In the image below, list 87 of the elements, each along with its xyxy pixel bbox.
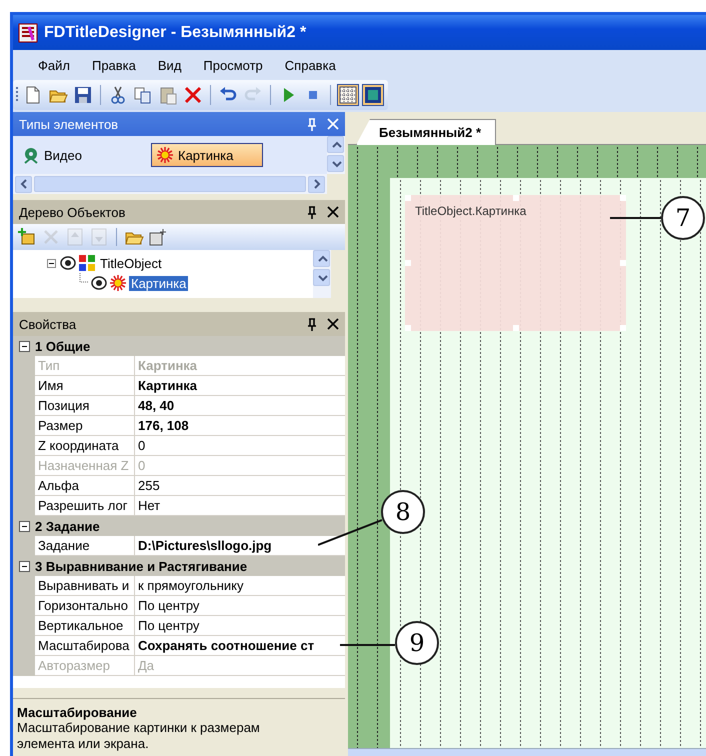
property-name: Размер [35,416,135,436]
close-icon[interactable] [327,206,339,218]
property-value[interactable]: 48, 40 [135,396,345,416]
menu-item[interactable]: Вид [146,58,192,72]
collapse-icon[interactable] [18,560,30,572]
scroll-right-button[interactable] [308,176,325,192]
property-value[interactable]: Нет [135,496,345,516]
resize-handle[interactable] [405,325,411,331]
resize-handle[interactable] [512,195,518,201]
category-label: 2 Задание [35,518,100,534]
app-icon [18,22,38,42]
collapse-icon[interactable] [18,520,30,532]
scrollbar-thumb[interactable] [34,176,306,192]
description-title: Масштабирование [17,705,138,720]
collapse-icon[interactable] [47,258,56,268]
film-reel-icon [22,146,40,164]
scroll-up-button[interactable] [313,250,330,267]
grid-icon[interactable] [338,85,358,105]
property-name: Горизонтально [35,596,135,616]
property-value[interactable]: Сохранять соотношение ст [135,636,345,656]
window-title: FDTitleDesigner - Безымянный2 * [44,24,306,42]
description-text: Масштабирование картинки к размерам элемента или экрана. [17,720,261,752]
tree-node[interactable]: TitleObject [98,256,164,270]
property-value[interactable]: 176, 108 [135,416,345,436]
resize-handle[interactable] [405,195,411,201]
leader-line [340,644,395,646]
scroll-up-button[interactable] [327,136,344,153]
property-name: Масштабирова [35,636,135,656]
copy-icon[interactable] [133,85,153,105]
visibility-eye-icon[interactable] [60,256,76,270]
visibility-eye-icon[interactable] [91,276,107,290]
resize-handle[interactable] [620,260,626,266]
menu-item[interactable]: Справка [274,58,347,72]
object-label: TitleObject.Картинка [415,204,526,218]
document-tab[interactable]: Безымянный2 * [356,119,496,145]
collapse-icon[interactable] [18,340,30,352]
object-icon [78,254,96,272]
property-name: Позиция [35,396,135,416]
property-name: Имя [35,376,135,396]
property-value[interactable]: Картинка [135,376,345,396]
panel-title: Дерево Объектов [19,204,126,220]
panel-title: Типы элементов [19,116,120,132]
category-label: 3 Выравнивание и Растягивание [35,558,248,574]
resize-handle[interactable] [512,325,518,331]
frame-icon[interactable] [363,85,383,105]
property-name: Z координата [35,436,135,456]
leader-line [318,519,382,546]
sun-picture-icon [109,274,127,292]
menu-item[interactable]: Файл [27,58,81,72]
sun-picture-icon [156,146,174,164]
tree-node[interactable]: Картинка [129,276,188,290]
add-object-icon[interactable] [17,227,37,247]
picture-object[interactable]: TitleObject.Картинка [405,195,626,331]
property-name: Разрешить лог [35,496,135,516]
menu-item[interactable]: Просмотр [192,58,274,72]
property-name: Вертикальное [35,616,135,636]
resize-handle[interactable] [620,195,626,201]
property-value[interactable]: 0 [135,436,345,456]
clipboard-icon[interactable] [158,85,178,105]
scroll-down-button[interactable] [313,269,330,286]
tree-connector-line [79,273,89,283]
resize-handle[interactable] [405,260,411,266]
property-value[interactable]: D:\Pictures\sllogo.jpg [135,536,345,556]
scroll-left-button[interactable] [15,176,32,192]
menu-item[interactable]: Правка [80,58,147,72]
scroll-down-button[interactable] [327,155,344,172]
property-name: Задание [35,536,135,556]
category-label: 1 Общие [35,338,90,354]
export-icon[interactable] [148,227,168,247]
element-type-item[interactable]: Картинка [151,143,263,167]
pin-icon[interactable] [307,318,317,330]
property-value[interactable]: По центру [135,616,345,636]
close-icon[interactable] [327,318,339,330]
leader-line [610,217,661,219]
delete-x-icon[interactable] [183,85,203,105]
property-name: Авторазмер [35,656,135,676]
resize-handle[interactable] [620,325,626,331]
property-value[interactable]: 255 [135,476,345,496]
property-name: Альфа [35,476,135,496]
pin-icon[interactable] [307,206,317,218]
property-name: Назначенная Z [35,456,135,476]
property-value[interactable]: По центру [135,596,345,616]
element-type-item[interactable]: Видео [17,143,129,167]
property-value[interactable]: к прямоугольнику [135,576,345,596]
property-name: Выравнивать и [35,576,135,596]
property-name: Тип [35,356,135,376]
panel-title: Свойства [19,316,78,332]
